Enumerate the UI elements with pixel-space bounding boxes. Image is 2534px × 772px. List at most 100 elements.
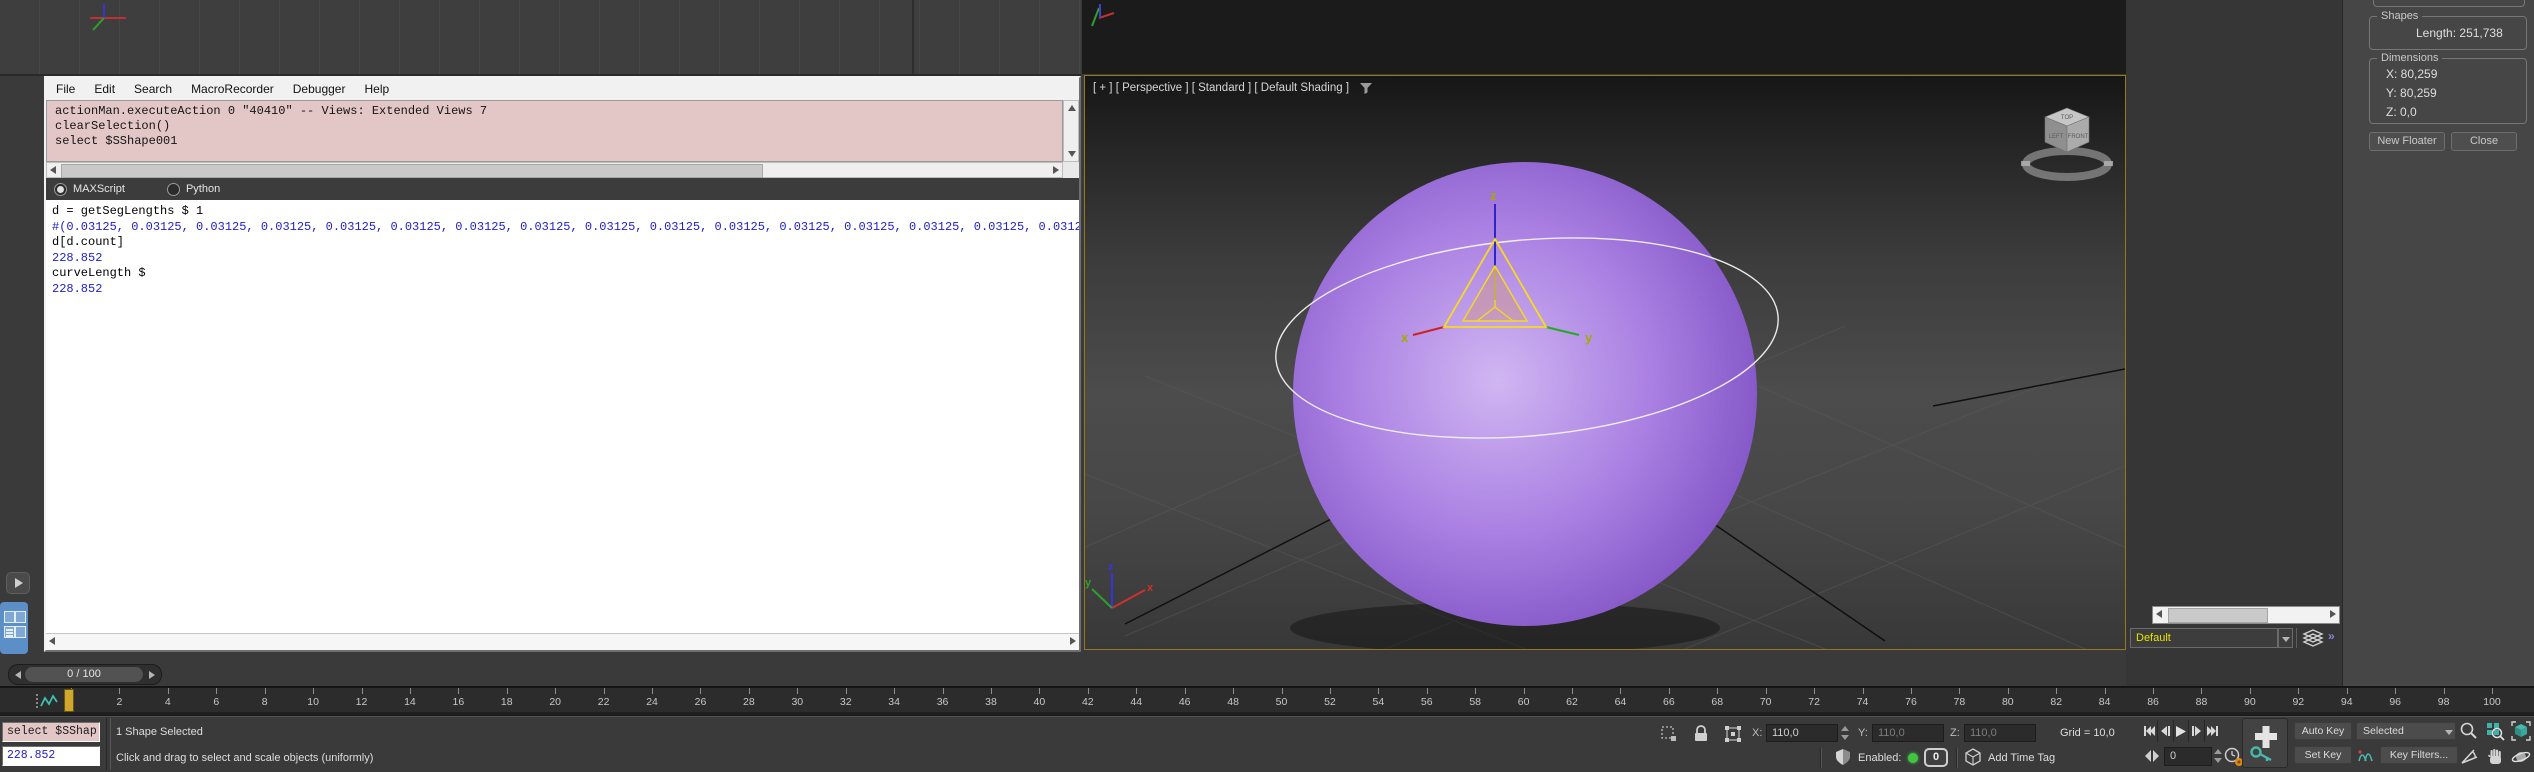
top-left-viewport-strip[interactable] xyxy=(0,0,1081,76)
next-frame-button[interactable] xyxy=(2189,720,2206,742)
dimension-label: Z: xyxy=(2386,105,2400,119)
divider xyxy=(1956,748,1957,768)
y-coord-field[interactable]: 110,0 xyxy=(1872,724,1944,742)
scrollbar-thumb[interactable] xyxy=(2168,608,2268,623)
divider xyxy=(1820,748,1821,768)
macro-horizontal-scrollbar[interactable] xyxy=(46,162,1063,178)
mini-axis-icon xyxy=(1091,4,1115,27)
absolute-mode-icon[interactable] xyxy=(1724,725,1742,743)
scroll-down-icon[interactable] xyxy=(1068,151,1076,157)
menu-edit[interactable]: Edit xyxy=(94,82,115,96)
selection-set-dropdown[interactable]: Selected xyxy=(2356,722,2456,740)
previous-frame-button[interactable] xyxy=(2158,720,2174,742)
radio-selected-icon xyxy=(54,182,67,196)
time-configuration-icon[interactable] xyxy=(2224,747,2244,767)
auto-key-button[interactable]: Auto Key xyxy=(2294,722,2352,740)
set-keys-button[interactable] xyxy=(2242,718,2288,768)
chevron-down-icon xyxy=(2282,637,2290,642)
menu-debugger[interactable]: Debugger xyxy=(293,82,346,96)
current-frame-field[interactable]: 0 xyxy=(2164,747,2212,766)
enabled-status-dot xyxy=(1908,753,1918,763)
viewport-layout-tab[interactable] xyxy=(0,602,28,654)
partial-group-box xyxy=(2373,0,2525,7)
pan-hand-button[interactable] xyxy=(2484,746,2506,768)
field-of-view-button[interactable] xyxy=(2458,746,2480,768)
scrollbar-thumb[interactable] xyxy=(61,164,763,178)
menu-macrorecorder[interactable]: MacroRecorder xyxy=(191,82,274,96)
x-coord-field[interactable]: 110,0 xyxy=(1766,724,1838,742)
scrollbar-corner xyxy=(1063,162,1079,178)
viewcube[interactable]: TOP LEFT FRONT xyxy=(2021,107,2113,181)
menu-file[interactable]: File xyxy=(56,82,75,96)
scroll-left-icon[interactable] xyxy=(2156,610,2162,618)
axis-z-label: z xyxy=(1108,561,1114,573)
play-button[interactable] xyxy=(2174,720,2190,742)
script-line: #(0.03125, 0.03125, 0.03125, 0.03125, 0.… xyxy=(52,219,1079,234)
time-scrubber[interactable]: 0 / 100 xyxy=(8,664,162,685)
menu-search[interactable]: Search xyxy=(134,82,172,96)
play-animation-button[interactable] xyxy=(6,572,30,594)
viewport-label-text[interactable]: [ + ] [ Perspective ] [ Standard ] [ Def… xyxy=(1093,82,1349,94)
set-key-button[interactable]: Set Key xyxy=(2294,746,2352,764)
viewport-label[interactable]: [ + ] [ Perspective ] [ Standard ] [ Def… xyxy=(1093,82,1373,94)
macro-vertical-scrollbar[interactable] xyxy=(1063,100,1079,162)
frame-indicator[interactable]: 0 / 100 xyxy=(25,667,143,682)
track-bar-ruler[interactable]: 0246810121416182022242628303234363840424… xyxy=(0,688,2534,714)
add-time-tag[interactable]: Add Time Tag xyxy=(1988,752,2055,764)
listener-bottom-scrollbar[interactable] xyxy=(46,633,1079,650)
gizmo-y-label: y xyxy=(1585,330,1593,345)
scroll-up-icon[interactable] xyxy=(1068,105,1076,111)
mini-script-field[interactable]: 228.852 xyxy=(2,746,100,766)
top-right-viewport-strip[interactable] xyxy=(1082,0,2126,74)
next-frame-icon[interactable] xyxy=(149,671,155,679)
go-to-end-button[interactable] xyxy=(2205,720,2220,742)
selection-lock-icon[interactable] xyxy=(1692,724,1710,743)
zero-badge-button[interactable]: 0 xyxy=(1924,748,1948,767)
tab-maxscript[interactable]: MAXScript xyxy=(54,182,125,196)
scroll-right-icon[interactable] xyxy=(1070,637,1076,645)
spinner-icon[interactable] xyxy=(1840,724,1850,742)
zoom-button[interactable] xyxy=(2458,720,2480,742)
key-filters-button[interactable]: Key Filters... xyxy=(2380,746,2458,764)
orbit-button[interactable] xyxy=(2510,746,2532,768)
script-pane[interactable]: d = getSegLengths $ 1 #(0.03125, 0.03125,… xyxy=(46,200,1079,634)
close-button[interactable]: Close xyxy=(2451,132,2517,151)
filter-funnel-icon[interactable] xyxy=(1359,82,1373,94)
new-floater-button[interactable]: New Floater xyxy=(2369,132,2445,151)
plus-key-icon xyxy=(2250,726,2277,762)
scroll-left-icon[interactable] xyxy=(49,637,55,645)
mini-macro-field[interactable]: select $SShap xyxy=(2,722,100,742)
preset-dropdown-arrow[interactable] xyxy=(2278,628,2293,648)
scroll-left-icon[interactable] xyxy=(50,166,56,174)
spinner-icon[interactable] xyxy=(2213,747,2223,765)
preset-dropdown[interactable]: Default xyxy=(2130,628,2278,648)
zoom-all-button[interactable] xyxy=(2484,720,2506,742)
script-line: d[d.count] xyxy=(52,235,125,249)
dimensions-group-box: Dimensions X: 80,259 Y: 80,259 Z: 0,0 xyxy=(2369,52,2527,124)
previous-frame-icon[interactable] xyxy=(15,671,21,679)
y-coord-label: Y: xyxy=(1858,727,1868,739)
go-to-start-button[interactable] xyxy=(2142,720,2158,742)
layers-icon[interactable] xyxy=(2302,629,2324,648)
zoom-extents-selected-button[interactable] xyxy=(2510,720,2532,742)
expand-chevrons-icon[interactable]: » xyxy=(2328,629,2335,643)
macro-pane-text[interactable]: actionMan.executeAction 0 "40410" -- Vie… xyxy=(46,100,1063,162)
z-coord-field[interactable]: 110,0 xyxy=(1964,724,2036,742)
perspective-viewport[interactable]: z x y TOP LEFT FRONT z x y [ + ] [ Persp… xyxy=(1084,75,2126,650)
tab-python[interactable]: Python xyxy=(166,182,220,196)
scroll-right-icon[interactable] xyxy=(1053,166,1059,174)
new-key-tangents-icon[interactable] xyxy=(2356,746,2376,764)
side-horizontal-scrollbar[interactable] xyxy=(2152,606,2340,624)
viewport-canvas[interactable]: z x y TOP LEFT FRONT z x y xyxy=(1085,76,2125,649)
maxscript-listener-window: File Edit Search MacroRecorder Debugger Help … xyxy=(44,76,1081,652)
track-bar[interactable]: 0246810121416182022242628303234363840424… xyxy=(0,686,2534,714)
time-tag-cube-icon[interactable] xyxy=(1964,748,1982,767)
shield-icon[interactable] xyxy=(1834,748,1852,767)
3dsmax-app: { "listener": { "menu_items": ["File", "… xyxy=(0,0,2534,772)
menu-help[interactable]: Help xyxy=(364,82,389,96)
isolate-selection-icon[interactable] xyxy=(1660,725,1678,743)
time-slider[interactable] xyxy=(64,689,74,712)
key-mode-toggle-icon[interactable] xyxy=(2144,749,2160,763)
sphere-object[interactable] xyxy=(1293,162,1757,626)
scroll-right-icon[interactable] xyxy=(2330,610,2336,618)
